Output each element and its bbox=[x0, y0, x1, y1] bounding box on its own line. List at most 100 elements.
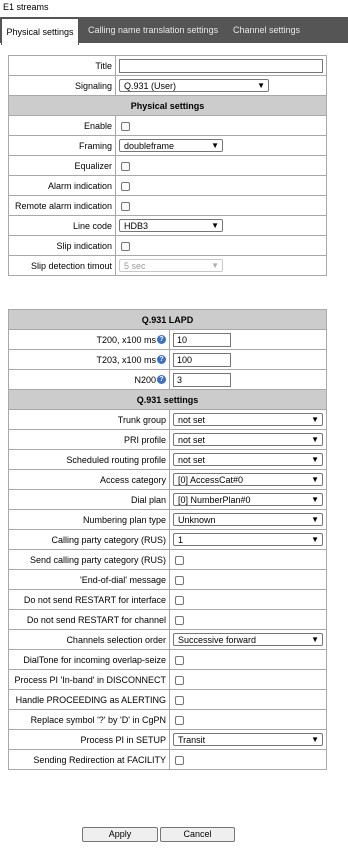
tab-physical-settings[interactable]: Physical settings bbox=[1, 18, 79, 45]
signaling-value: Q.931 (User) bbox=[124, 80, 177, 91]
trunk-group-value: not set bbox=[178, 414, 206, 425]
pri-profile-label: PRI profile bbox=[8, 429, 170, 450]
end-of-dial-checkbox[interactable] bbox=[175, 575, 184, 585]
chevron-down-icon: ▼ bbox=[311, 474, 319, 484]
redirection-label: Sending Redirection at FACILITY bbox=[8, 749, 170, 770]
slip-indication-label: Slip indication bbox=[8, 235, 116, 256]
framing-label: Framing bbox=[8, 135, 116, 156]
physical-settings-table: Title Signaling Q.931 (User) ▼ Physical s… bbox=[8, 55, 327, 276]
dial-plan-select[interactable]: [0] NumberPlan#0 ▼ bbox=[173, 493, 323, 506]
numbering-plan-label: Numbering plan type bbox=[8, 509, 170, 530]
title-input[interactable] bbox=[119, 58, 323, 73]
physical-settings-header: Physical settings bbox=[8, 95, 327, 116]
channel-selection-label: Channels selection order bbox=[8, 629, 170, 650]
no-restart-channel-checkbox[interactable] bbox=[175, 615, 184, 625]
end-of-dial-label: 'End-of-dial' message bbox=[8, 569, 170, 590]
t200-input[interactable]: 10 bbox=[173, 332, 231, 347]
n200-input[interactable]: 3 bbox=[173, 372, 231, 387]
enable-checkbox[interactable] bbox=[121, 121, 130, 131]
access-category-label: Access category bbox=[8, 469, 170, 490]
line-code-label: Line code bbox=[8, 215, 116, 236]
slip-timeout-value: 5 sec bbox=[124, 260, 146, 271]
framing-value: doubleframe bbox=[124, 140, 175, 151]
replace-symbol-checkbox[interactable] bbox=[175, 715, 184, 725]
slip-timeout-label: Slip detection timout bbox=[8, 255, 116, 276]
channel-selection-value: Successive forward bbox=[178, 634, 257, 645]
slip-timeout-select: 5 sec ▼ bbox=[119, 259, 223, 272]
scheduled-routing-label: Scheduled routing profile bbox=[8, 449, 170, 470]
dial-plan-value: [0] NumberPlan#0 bbox=[178, 494, 251, 505]
chevron-down-icon: ▼ bbox=[311, 734, 319, 744]
framing-select[interactable]: doubleframe ▼ bbox=[119, 139, 223, 152]
help-icon[interactable]: ? bbox=[157, 354, 166, 364]
process-pi-disconnect-label: Process PI 'In-band' in DISCONNECT bbox=[8, 669, 170, 690]
equalizer-checkbox[interactable] bbox=[121, 161, 130, 171]
channel-selection-select[interactable]: Successive forward ▼ bbox=[173, 633, 323, 646]
process-pi-setup-value: Transit bbox=[178, 734, 206, 745]
title-label: Title bbox=[8, 55, 116, 76]
redirection-checkbox[interactable] bbox=[175, 755, 184, 765]
line-code-value: HDB3 bbox=[124, 220, 149, 231]
chevron-down-icon: ▼ bbox=[311, 634, 319, 644]
cancel-button[interactable]: Cancel bbox=[160, 827, 235, 842]
chevron-down-icon: ▼ bbox=[311, 534, 319, 544]
chevron-down-icon: ▼ bbox=[311, 414, 319, 424]
remote-alarm-label: Remote alarm indication bbox=[8, 195, 116, 216]
slip-indication-checkbox[interactable] bbox=[121, 241, 130, 251]
scheduled-routing-value: not set bbox=[178, 454, 206, 465]
signaling-select[interactable]: Q.931 (User) ▼ bbox=[119, 79, 269, 92]
dialtone-checkbox[interactable] bbox=[175, 655, 184, 665]
access-category-value: [0] AccessCat#0 bbox=[178, 474, 244, 485]
pri-profile-select[interactable]: not set ▼ bbox=[173, 433, 323, 446]
q931-settings-header: Q.931 settings bbox=[8, 389, 327, 410]
proceeding-alerting-label: Handle PROCEEDING as ALERTING bbox=[8, 689, 170, 710]
trunk-group-select[interactable]: not set ▼ bbox=[173, 413, 323, 426]
send-cpc-label: Send calling party category (RUS) bbox=[8, 549, 170, 570]
chevron-down-icon: ▼ bbox=[211, 260, 219, 270]
calling-party-category-label: Calling party category (RUS) bbox=[8, 529, 170, 550]
q931-lapd-header: Q.931 LAPD bbox=[8, 309, 327, 330]
tab-bar: Physical settings Calling name translati… bbox=[0, 17, 348, 45]
no-restart-interface-label: Do not send RESTART for interface bbox=[8, 589, 170, 610]
dial-plan-label: Dial plan bbox=[8, 489, 170, 510]
process-pi-setup-label: Process PI in SETUP bbox=[8, 729, 170, 750]
t203-label: T203, x100 ms bbox=[96, 354, 156, 365]
chevron-down-icon: ▼ bbox=[211, 220, 219, 230]
process-pi-disconnect-checkbox[interactable] bbox=[175, 675, 184, 685]
tab-calling-name-translation[interactable]: Calling name translation settings bbox=[88, 17, 218, 43]
send-cpc-checkbox[interactable] bbox=[175, 555, 184, 565]
q931-settings-table: Q.931 LAPD T200, x100 ms? 10 T203, x100 … bbox=[8, 309, 327, 770]
window-title: E1 streams bbox=[3, 2, 49, 12]
remote-alarm-checkbox[interactable] bbox=[121, 201, 130, 211]
access-category-select[interactable]: [0] AccessCat#0 ▼ bbox=[173, 473, 323, 486]
calling-party-category-value: 1 bbox=[178, 534, 184, 545]
t200-label: T200, x100 ms bbox=[96, 334, 156, 345]
chevron-down-icon: ▼ bbox=[257, 80, 265, 90]
line-code-select[interactable]: HDB3 ▼ bbox=[119, 219, 223, 232]
alarm-indication-label: Alarm indication bbox=[8, 175, 116, 196]
chevron-down-icon: ▼ bbox=[311, 494, 319, 504]
chevron-down-icon: ▼ bbox=[211, 140, 219, 150]
numbering-plan-select[interactable]: Unknown ▼ bbox=[173, 513, 323, 526]
tab-channel-settings[interactable]: Channel settings bbox=[233, 17, 300, 43]
help-icon[interactable]: ? bbox=[157, 334, 166, 344]
signaling-label: Signaling bbox=[8, 75, 116, 96]
pri-profile-value: not set bbox=[178, 434, 206, 445]
chevron-down-icon: ▼ bbox=[311, 454, 319, 464]
calling-party-category-select[interactable]: 1 ▼ bbox=[173, 533, 323, 546]
proceeding-alerting-checkbox[interactable] bbox=[175, 695, 184, 705]
no-restart-interface-checkbox[interactable] bbox=[175, 595, 184, 605]
chevron-down-icon: ▼ bbox=[311, 434, 319, 444]
alarm-indication-checkbox[interactable] bbox=[121, 181, 130, 191]
chevron-down-icon: ▼ bbox=[311, 514, 319, 524]
apply-button[interactable]: Apply bbox=[82, 827, 158, 842]
numbering-plan-value: Unknown bbox=[178, 514, 216, 525]
trunk-group-label: Trunk group bbox=[8, 409, 170, 430]
no-restart-channel-label: Do not send RESTART for channel bbox=[8, 609, 170, 630]
equalizer-label: Equalizer bbox=[8, 155, 116, 176]
t203-input[interactable]: 100 bbox=[173, 352, 231, 367]
n200-label: N200 bbox=[134, 374, 156, 385]
help-icon[interactable]: ? bbox=[157, 374, 166, 384]
process-pi-setup-select[interactable]: Transit ▼ bbox=[173, 733, 323, 746]
scheduled-routing-select[interactable]: not set ▼ bbox=[173, 453, 323, 466]
